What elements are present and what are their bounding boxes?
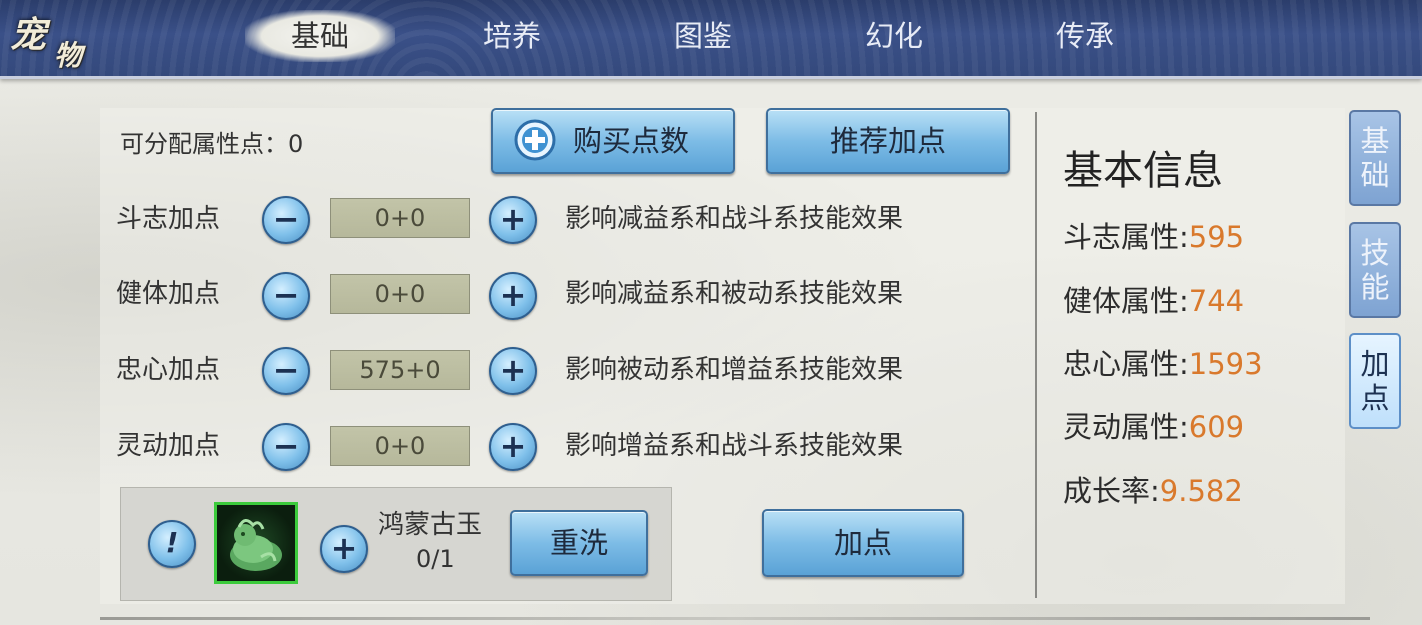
attribute-desc: 影响增益系和战斗系技能效果	[565, 431, 904, 461]
plus-button[interactable]: +	[489, 272, 537, 320]
attribute-label: 健体加点	[116, 279, 221, 309]
attribute-label: 忠心加点	[116, 355, 221, 385]
add-item-button[interactable]: +	[320, 525, 368, 573]
reset-button[interactable]: 重洗	[510, 510, 648, 576]
attribute-desc: 影响被动系和增益系技能效果	[565, 355, 904, 385]
available-points: 可分配属性点：0	[120, 124, 303, 159]
info-button[interactable]: !	[148, 520, 196, 568]
attribute-desc: 影响减益系和战斗系技能效果	[565, 204, 904, 234]
info-title: 基本信息	[1063, 148, 1223, 194]
side-tab-char: 技	[1360, 236, 1390, 270]
attribute-label: 灵动加点	[116, 431, 221, 461]
info-label: 健体属性:	[1063, 284, 1189, 318]
jade-item-icon	[230, 519, 282, 571]
side-tab-char: 基	[1360, 124, 1390, 158]
info-label: 斗志属性:	[1063, 220, 1189, 254]
tab-inherit[interactable]: 传承	[1010, 10, 1160, 62]
info-row-strength: 斗志属性:595	[1063, 214, 1244, 256]
info-label: 灵动属性:	[1063, 410, 1189, 444]
tab-transform[interactable]: 幻化	[819, 10, 969, 62]
top-tab-bar: 宠 物 基础 培养 图鉴 幻化 传承	[0, 0, 1422, 79]
confirm-add-points-button[interactable]: 加点	[762, 509, 964, 577]
info-value: 9.582	[1159, 474, 1243, 508]
attribute-desc: 影响减益系和被动系技能效果	[565, 279, 904, 309]
info-row-agility: 灵动属性:609	[1063, 404, 1244, 446]
info-value: 609	[1188, 410, 1245, 444]
pet-window: 宠 物 基础 培养 图鉴 幻化 传承 可分配属性点：0 购买点数 推荐加点 斗志…	[0, 0, 1422, 625]
panel-divider	[1035, 112, 1037, 598]
info-row-growth: 成长率:9.582	[1063, 468, 1243, 510]
minus-button[interactable]: −	[262, 272, 310, 320]
side-tab-basic[interactable]: 基 础	[1349, 110, 1401, 206]
recommend-points-button[interactable]: 推荐加点	[766, 108, 1010, 174]
item-name: 鸿蒙古玉	[378, 510, 483, 540]
info-value: 1593	[1188, 347, 1263, 381]
plus-button[interactable]: +	[489, 423, 537, 471]
info-label: 忠心属性:	[1063, 347, 1189, 381]
attribute-label: 斗志加点	[116, 204, 221, 234]
tab-handbook[interactable]: 图鉴	[628, 10, 778, 62]
buy-points-button[interactable]: 购买点数	[491, 108, 735, 174]
minus-button[interactable]: −	[262, 347, 310, 395]
attribute-value: 575+0	[330, 350, 470, 390]
pet-logo: 宠 物	[6, 2, 102, 74]
attribute-value: 0+0	[330, 426, 470, 466]
side-tab-skills[interactable]: 技 能	[1349, 222, 1401, 318]
info-label: 成长率:	[1063, 474, 1160, 508]
logo-char-2: 物	[54, 39, 83, 72]
info-value: 744	[1188, 284, 1245, 318]
add-circle-icon	[514, 119, 556, 161]
info-row-loyalty: 忠心属性:1593	[1063, 341, 1263, 383]
logo-char-1: 宠	[10, 14, 47, 56]
attribute-value: 0+0	[330, 274, 470, 314]
side-tab-char: 础	[1360, 158, 1390, 192]
info-row-constitution: 健体属性:744	[1063, 278, 1244, 320]
side-tab-add-points[interactable]: 加 点	[1349, 333, 1401, 429]
tab-basic[interactable]: 基础	[245, 10, 395, 62]
minus-button[interactable]: −	[262, 196, 310, 244]
side-tab-char: 加	[1360, 347, 1390, 381]
side-tab-char: 能	[1360, 270, 1390, 304]
plus-button[interactable]: +	[489, 196, 537, 244]
minus-button[interactable]: −	[262, 423, 310, 471]
bottom-border	[100, 617, 1370, 620]
available-points-value: 0	[288, 130, 304, 158]
tab-cultivate[interactable]: 培养	[437, 10, 587, 62]
attribute-value: 0+0	[330, 198, 470, 238]
buy-points-label: 购买点数	[573, 124, 690, 158]
item-count: 0/1	[416, 545, 455, 573]
side-tab-char: 点	[1360, 381, 1390, 415]
plus-button[interactable]: +	[489, 347, 537, 395]
available-points-label: 可分配属性点：	[120, 130, 288, 158]
item-slot[interactable]	[214, 502, 298, 584]
info-value: 595	[1188, 220, 1245, 254]
